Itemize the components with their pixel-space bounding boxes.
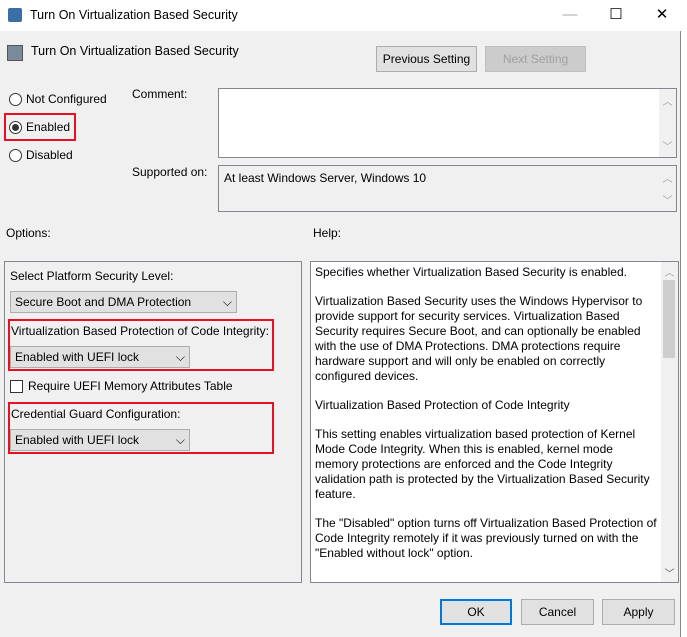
help-paragraph: Virtualization Based Protection of Code … — [315, 398, 570, 412]
checkbox-box[interactable] — [10, 379, 23, 393]
supported-field: At least Windows Server, Windows 10 ︿ ﹀ — [218, 165, 677, 212]
help-label: Help: — [313, 226, 342, 240]
options-panel: Select Platform Security Level: Secure B… — [4, 261, 302, 583]
select-value: Enabled with UEFI lock — [15, 433, 140, 447]
help-panel: Specifies whether Virtualization Based S… — [310, 261, 679, 583]
window-title: Turn On Virtualization Based Security — [30, 8, 238, 22]
next-setting-button[interactable]: Next Setting — [485, 46, 586, 72]
vbs-ci-select[interactable]: Enabled with UEFI lock ⌵ — [10, 346, 190, 368]
radio-enabled[interactable]: Enabled — [9, 120, 70, 134]
platform-select[interactable]: Secure Boot and DMA Protection ⌵ — [10, 291, 237, 313]
help-scrollbar[interactable]: ︿ ﹀ — [661, 262, 678, 582]
comment-label: Comment: — [132, 87, 188, 101]
comment-input[interactable]: ︿ ﹀ — [218, 88, 677, 158]
close-button[interactable]: ✕ — [647, 4, 677, 26]
select-value: Secure Boot and DMA Protection — [15, 295, 192, 309]
radio-label: Not Configured — [26, 92, 107, 106]
help-paragraph: Specifies whether Virtualization Based S… — [315, 265, 627, 279]
checkbox-label: Require UEFI Memory Attributes Table — [28, 379, 233, 393]
policy-icon — [8, 8, 22, 22]
setting-name: Turn On Virtualization Based Security — [31, 44, 239, 58]
radio-label: Enabled — [26, 120, 71, 134]
vbs-ci-label: Virtualization Based Protection of Code … — [11, 324, 269, 338]
chevron-down-icon: ⌵ — [222, 294, 232, 309]
cg-label: Credential Guard Configuration: — [11, 407, 181, 421]
radio-label: Disabled — [26, 148, 73, 162]
help-paragraph: This setting enables virtualization base… — [315, 427, 650, 501]
setting-icon — [7, 45, 23, 61]
scroll-thumb[interactable] — [663, 280, 675, 358]
select-value: Enabled with UEFI lock — [15, 350, 140, 364]
cancel-button[interactable]: Cancel — [521, 599, 594, 625]
previous-setting-button[interactable]: Previous Setting — [376, 46, 477, 72]
radio-not-configured[interactable]: Not Configured — [9, 92, 107, 106]
cg-select[interactable]: Enabled with UEFI lock ⌵ — [10, 429, 190, 451]
chevron-down-icon: ⌵ — [175, 432, 185, 447]
supported-value: At least Windows Server, Windows 10 — [224, 171, 427, 185]
uefi-mat-checkbox[interactable]: Require UEFI Memory Attributes Table — [10, 379, 233, 393]
apply-button[interactable]: Apply — [602, 599, 675, 625]
comment-scrollbar[interactable]: ︿ ﹀ — [659, 89, 676, 157]
maximize-button[interactable]: ☐ — [601, 4, 631, 26]
chevron-down-icon: ⌵ — [175, 349, 185, 364]
minimize-button[interactable]: — — [555, 4, 585, 26]
platform-label: Select Platform Security Level: — [10, 269, 174, 283]
supported-scrollbar[interactable]: ︿ ﹀ — [659, 166, 676, 211]
help-paragraph: The "Disabled" option turns off Virtuali… — [315, 516, 657, 560]
window-border — [680, 31, 687, 637]
options-label: Options: — [6, 226, 51, 240]
supported-label: Supported on: — [132, 165, 208, 179]
ok-button[interactable]: OK — [440, 599, 512, 625]
title-bar: Turn On Virtualization Based Security — … — [0, 0, 687, 31]
help-paragraph: Virtualization Based Security uses the W… — [315, 294, 643, 383]
radio-disabled[interactable]: Disabled — [9, 148, 73, 162]
